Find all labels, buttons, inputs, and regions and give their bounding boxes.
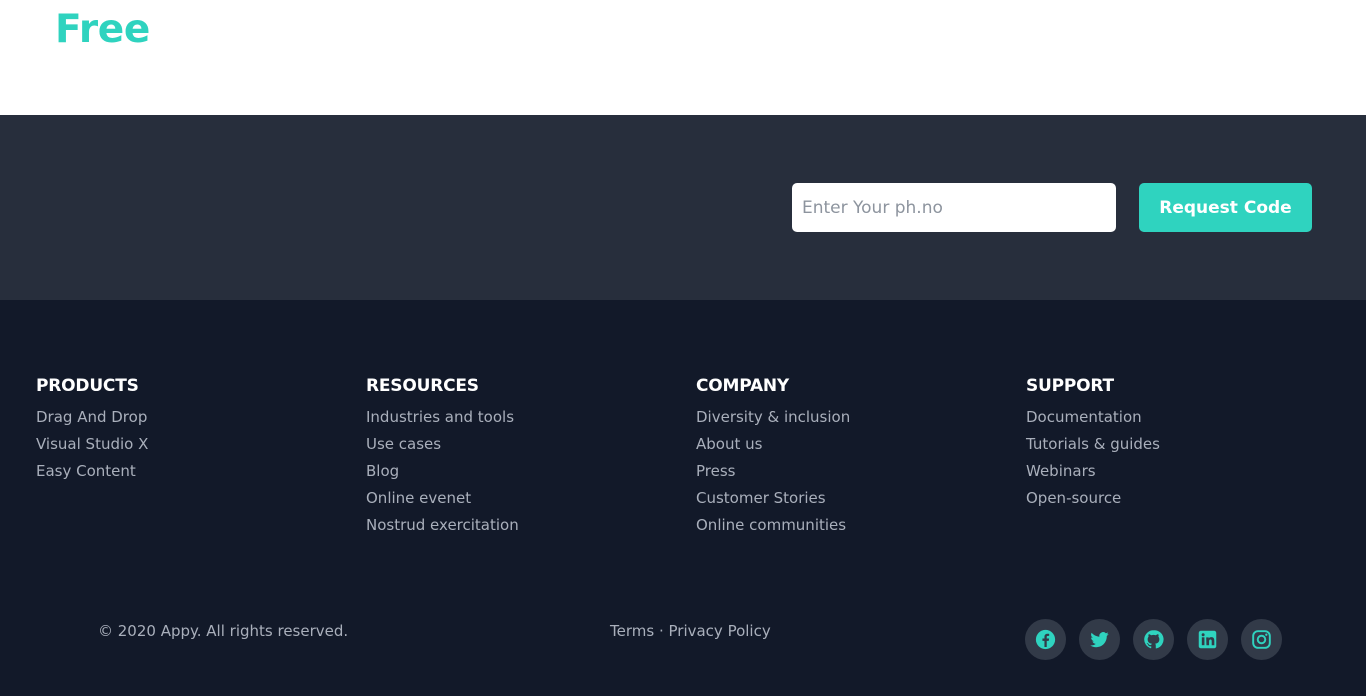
footer-link[interactable]: Diversity & inclusion bbox=[696, 404, 850, 431]
column-heading: COMPANY bbox=[696, 376, 790, 396]
request-code-button[interactable]: Request Code bbox=[1139, 183, 1312, 232]
github-icon bbox=[1144, 630, 1164, 649]
footer-link[interactable]: Documentation bbox=[1026, 404, 1160, 431]
twitter-icon bbox=[1090, 632, 1109, 648]
footer-link[interactable]: Use cases bbox=[366, 431, 519, 458]
facebook-link[interactable] bbox=[1025, 619, 1066, 660]
copyright-text: © 2020 Appy. All rights reserved. bbox=[98, 622, 349, 640]
footer-link[interactable]: Industries and tools bbox=[366, 404, 519, 431]
linkedin-link[interactable] bbox=[1187, 619, 1228, 660]
footer-link[interactable]: Open-source bbox=[1026, 485, 1160, 512]
footer-column-company: COMPANY Diversity & inclusion About us P… bbox=[696, 375, 850, 539]
footer-link[interactable]: Press bbox=[696, 458, 850, 485]
footer-link[interactable]: Tutorials & guides bbox=[1026, 431, 1160, 458]
privacy-policy-link[interactable]: Privacy Policy bbox=[669, 622, 771, 640]
footer-link[interactable]: Drag And Drop bbox=[36, 404, 148, 431]
footer-link[interactable]: Online communities bbox=[696, 512, 850, 539]
footer-link[interactable]: Webinars bbox=[1026, 458, 1160, 485]
terms-link[interactable]: Terms bbox=[610, 622, 654, 640]
footer-link[interactable]: Visual Studio X bbox=[36, 431, 148, 458]
footer-link[interactable]: Easy Content bbox=[36, 458, 148, 485]
cta-title-accent: Free bbox=[55, 7, 151, 52]
footer-column-products: PRODUCTS Drag And Drop Visual Studio X E… bbox=[36, 375, 148, 485]
instagram-link[interactable] bbox=[1241, 619, 1282, 660]
footer-link[interactable]: About us bbox=[696, 431, 850, 458]
instagram-icon bbox=[1252, 630, 1271, 649]
social-links bbox=[1025, 619, 1282, 660]
phone-number-input[interactable] bbox=[792, 183, 1116, 232]
footer-link[interactable]: Customer Stories bbox=[696, 485, 850, 512]
facebook-icon bbox=[1035, 629, 1056, 650]
footer-column-support: SUPPORT Documentation Tutorials & guides… bbox=[1026, 375, 1160, 512]
legal-links: Terms · Privacy Policy bbox=[610, 620, 771, 642]
linkedin-icon bbox=[1198, 630, 1217, 649]
column-heading: RESOURCES bbox=[366, 376, 479, 396]
github-link[interactable] bbox=[1133, 619, 1174, 660]
footer-link[interactable]: Nostrud exercitation bbox=[366, 512, 519, 539]
cta-banner: Free until you’re ready to launch Reques… bbox=[0, 7, 1366, 300]
footer-link[interactable]: Blog bbox=[366, 458, 519, 485]
footer-link[interactable]: Online evenet bbox=[366, 485, 519, 512]
column-heading: PRODUCTS bbox=[36, 376, 139, 396]
footer: PRODUCTS Drag And Drop Visual Studio X E… bbox=[0, 300, 1366, 696]
column-heading: SUPPORT bbox=[1026, 376, 1114, 396]
footer-column-resources: RESOURCES Industries and tools Use cases… bbox=[366, 375, 519, 539]
legal-separator: · bbox=[654, 622, 669, 640]
cta-title: Free until you’re ready to launch bbox=[55, 0, 615, 120]
twitter-link[interactable] bbox=[1079, 619, 1120, 660]
